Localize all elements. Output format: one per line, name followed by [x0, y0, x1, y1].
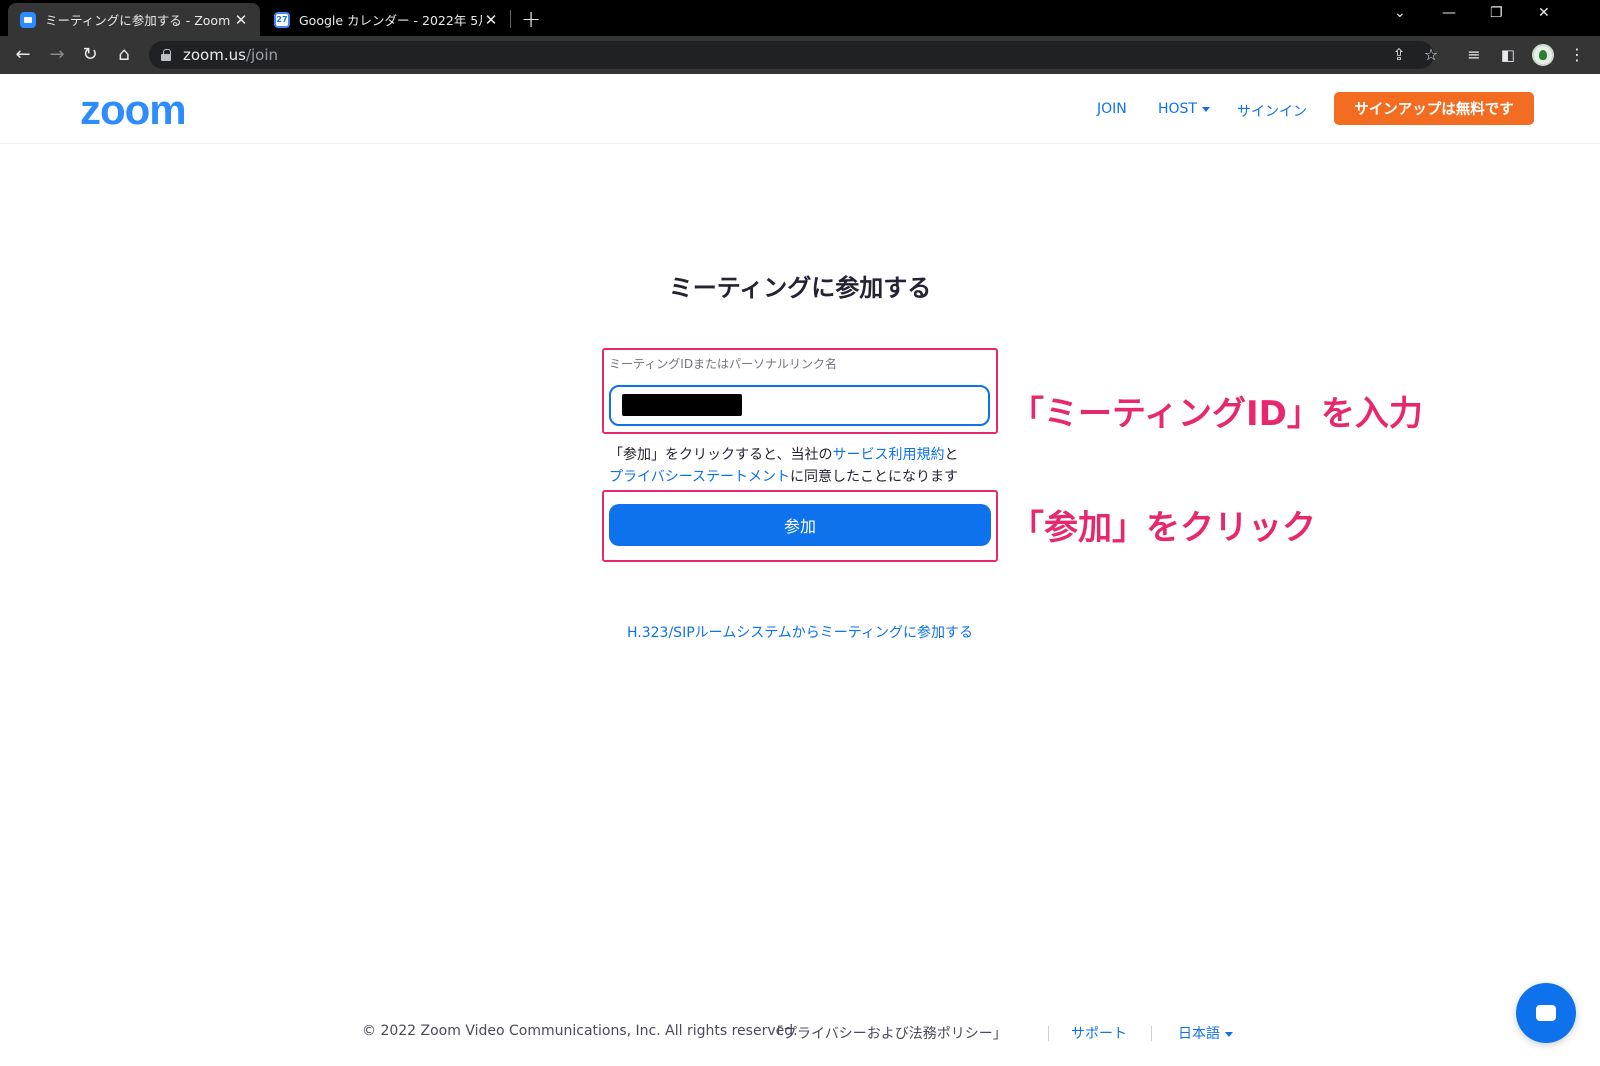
support-link[interactable]: サポート	[1071, 1023, 1127, 1043]
browser-tab-strip: ミーティングに参加する - Zoom ✕ 27 Google カレンダー - 2…	[0, 0, 1600, 36]
terms-mid: と	[944, 447, 959, 463]
reload-icon[interactable]: ↻	[77, 42, 103, 68]
join-button[interactable]: 参加	[609, 504, 991, 546]
copyright-text: © 2022 Zoom Video Communications, Inc. A…	[362, 1023, 798, 1039]
media-control-icon[interactable]: ≡	[1461, 42, 1487, 68]
site-footer: © 2022 Zoom Video Communications, Inc. A…	[0, 1023, 1600, 1045]
tab-separator	[510, 10, 511, 28]
new-tab-plus-icon[interactable]: +	[521, 5, 541, 33]
minimize-icon[interactable]: —	[1442, 5, 1456, 21]
url-path: /join	[245, 46, 279, 64]
meeting-id-label: ミーティングIDまたはパーソナルリンク名	[609, 357, 838, 371]
signup-button[interactable]: サインアップは無料です	[1334, 92, 1534, 125]
chat-bubble-icon[interactable]	[1516, 983, 1576, 1043]
nav-signin[interactable]: サインイン	[1237, 101, 1307, 121]
caret-down-icon	[1202, 106, 1210, 112]
forward-arrow-icon[interactable]: →	[44, 42, 70, 68]
zoom-favicon-icon	[20, 11, 36, 28]
site-header: zoom JOIN HOST サインイン サインアップは無料です	[0, 74, 1600, 144]
privacy-statement-link[interactable]: プライバシーステートメント	[609, 469, 790, 485]
terms-prefix: 「参加」をクリックすると、当社の	[609, 447, 833, 463]
sip-room-join-link[interactable]: H.323/SIPルームシステムからミーティングに参加する	[600, 622, 1000, 642]
annotation-click-join: 「参加」をクリック	[1010, 508, 1316, 548]
footer-separator	[1151, 1026, 1152, 1041]
bookmark-star-icon[interactable]: ☆	[1418, 42, 1444, 68]
url-host: zoom.us	[183, 46, 246, 64]
terms-suffix: に同意したことになります	[790, 469, 959, 485]
close-icon[interactable]: ✕	[232, 11, 250, 29]
profile-avatar[interactable]	[1532, 44, 1554, 66]
nav-join[interactable]: JOIN	[1097, 101, 1127, 117]
page-title: ミーティングに参加する	[668, 274, 932, 302]
language-label: 日本語	[1178, 1026, 1220, 1042]
menu-kebab-icon[interactable]: ⋮	[1564, 42, 1590, 68]
tab-title: Google カレンダー - 2022年 5月 22	[299, 13, 482, 28]
address-bar[interactable]: zoom.us/join	[149, 41, 1434, 69]
restore-icon[interactable]: ❐	[1490, 5, 1503, 21]
privacy-legal-link[interactable]: 「プライバシーおよび法務ポリシー」	[769, 1023, 1007, 1043]
window-close-icon[interactable]: ✕	[1538, 5, 1550, 21]
zoom-logo[interactable]: zoom	[80, 86, 187, 134]
lock-icon[interactable]	[161, 49, 171, 61]
tab-title: ミーティングに参加する - Zoom	[45, 13, 231, 28]
calendar-favicon-icon: 27	[274, 11, 290, 28]
annotation-enter-id: 「ミーティングID」を入力	[1010, 394, 1423, 434]
caret-down-icon	[1225, 1031, 1233, 1037]
redacted-meeting-id	[622, 394, 742, 416]
language-selector[interactable]: 日本語	[1178, 1023, 1233, 1043]
tab-google-calendar[interactable]: 27 Google カレンダー - 2022年 5月 22 ✕	[262, 3, 510, 36]
close-icon[interactable]: ✕	[482, 11, 500, 29]
terms-notice: 「参加」をクリックすると、当社のサービス利用規約とプライバシーステートメントに同…	[609, 444, 1004, 488]
footer-separator	[1048, 1026, 1049, 1041]
nav-host-label: HOST	[1158, 101, 1197, 117]
side-panel-icon[interactable]: ◧	[1495, 42, 1521, 68]
terms-of-service-link[interactable]: サービス利用規約	[832, 447, 944, 463]
back-arrow-icon[interactable]: ←	[10, 42, 36, 68]
tab-zoom-join[interactable]: ミーティングに参加する - Zoom ✕	[8, 3, 260, 36]
nav-host[interactable]: HOST	[1158, 101, 1210, 117]
tab-search-chevron-icon[interactable]: ⌄	[1394, 5, 1406, 21]
share-icon[interactable]: ⇪	[1386, 42, 1412, 68]
home-icon[interactable]: ⌂	[111, 42, 137, 68]
